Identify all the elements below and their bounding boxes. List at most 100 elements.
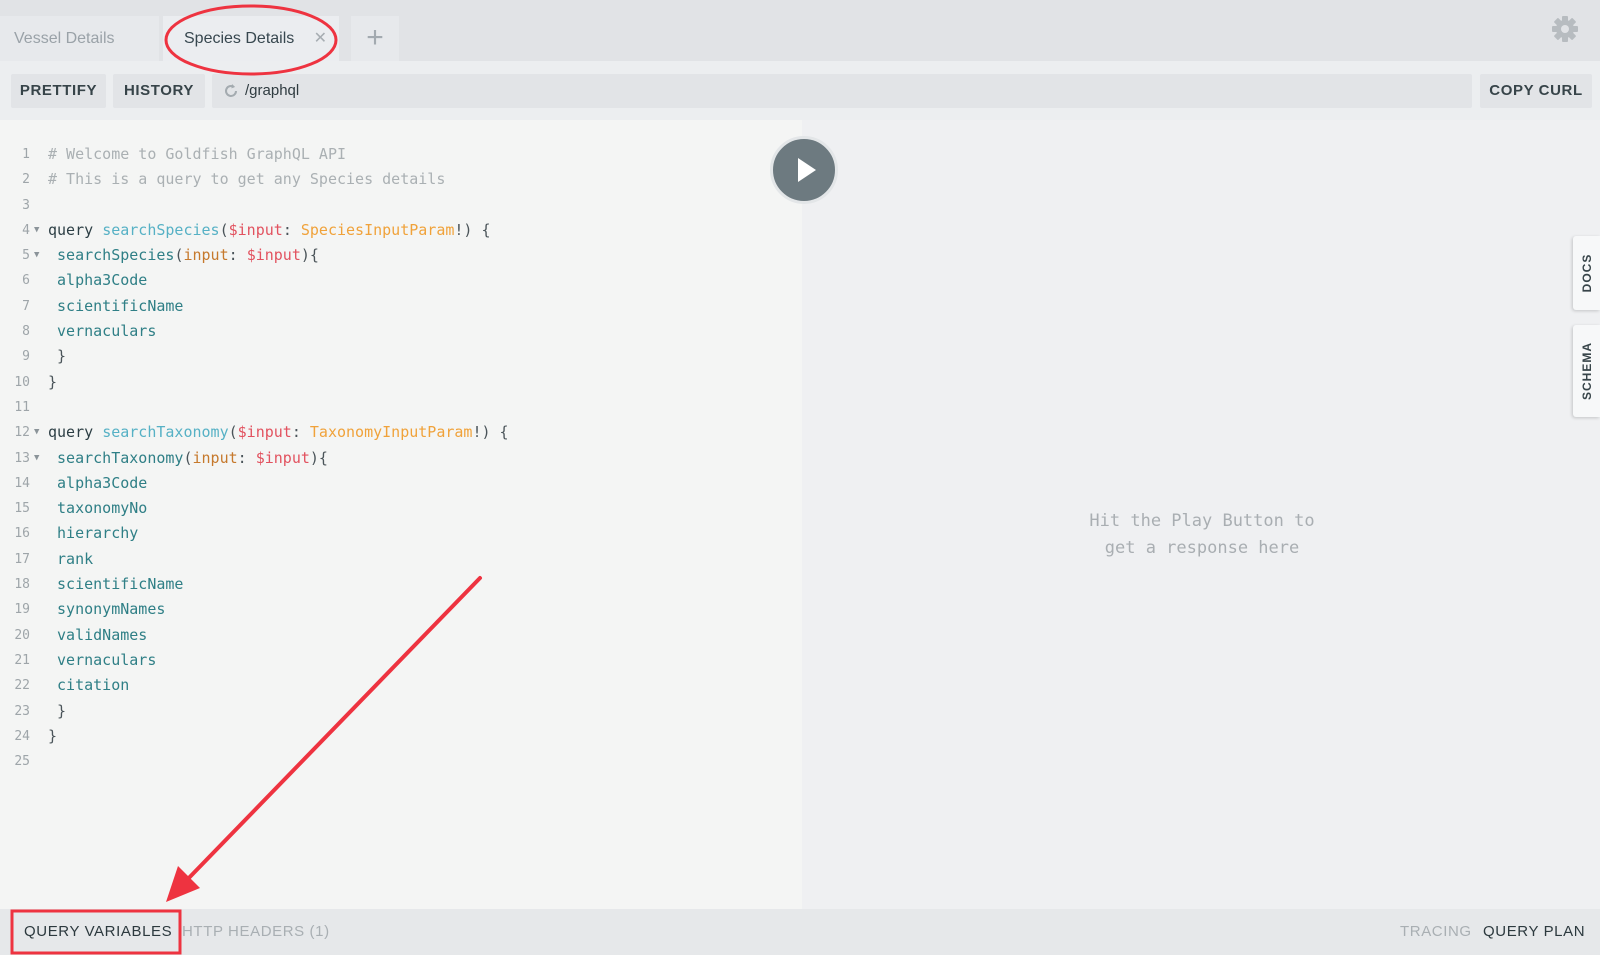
tab-bar: Vessel Details Species Details ✕ + xyxy=(0,0,1600,61)
docs-tab-label: DOCS xyxy=(1579,253,1594,293)
tab-label: Species Details xyxy=(184,30,295,47)
code-token: citation xyxy=(48,676,130,695)
code-token: # Welcome to Goldfish GraphQL API xyxy=(48,145,347,163)
code-token: alpha3Code xyxy=(48,271,148,290)
code-text: alpha3Code xyxy=(48,268,147,293)
query-plan-tab[interactable]: QUERY PLAN xyxy=(1483,923,1585,940)
code-text: rank xyxy=(48,547,93,572)
line-number: 8 xyxy=(22,324,30,340)
prettify-button[interactable]: PRETTIFY xyxy=(11,74,106,108)
code-token: TaxonomyInputParam xyxy=(309,423,473,442)
code-token: ){ xyxy=(300,246,319,265)
line-number: 20 xyxy=(14,627,30,643)
gear-icon[interactable] xyxy=(1550,14,1580,44)
code-text: alpha3Code xyxy=(48,471,147,496)
code-token: rank xyxy=(48,549,94,568)
tab-species-details[interactable]: Species Details ✕ xyxy=(163,16,339,61)
line-number: 24 xyxy=(14,728,30,744)
code-token: scientificName xyxy=(48,575,184,594)
plus-icon: + xyxy=(366,21,384,54)
code-text: citation xyxy=(48,673,129,698)
add-tab-button[interactable]: + xyxy=(351,16,399,61)
line-number: 16 xyxy=(14,526,30,542)
line-number: 23 xyxy=(14,703,30,719)
code-token: synonymNames xyxy=(48,600,166,619)
endpoint-url: /graphql xyxy=(245,82,300,99)
execute-query-button[interactable] xyxy=(770,136,838,204)
code-text: validNames xyxy=(48,623,147,648)
code-text: scientificName xyxy=(48,294,183,319)
query-variables-tab[interactable]: QUERY VARIABLES xyxy=(24,923,172,940)
code-token: scientificName xyxy=(48,296,184,315)
code-text: } xyxy=(48,370,57,395)
code-token: : xyxy=(228,246,247,265)
tracing-tab[interactable]: TRACING xyxy=(1400,923,1472,940)
fold-arrow-icon[interactable]: ▼ xyxy=(34,243,39,268)
line-number: 5 xyxy=(22,248,30,264)
line-number: 11 xyxy=(14,399,30,415)
endpoint-url-input[interactable]: /graphql xyxy=(212,74,1472,108)
tab-vessel-details[interactable]: Vessel Details xyxy=(0,16,159,61)
code-token: searchSpecies xyxy=(48,246,175,265)
close-icon[interactable]: ✕ xyxy=(314,16,327,61)
line-number: 7 xyxy=(22,298,30,314)
code-token: ( xyxy=(219,220,229,239)
code-token: input xyxy=(183,246,229,265)
history-button[interactable]: HISTORY xyxy=(113,74,205,108)
code-text: taxonomyNo xyxy=(48,496,147,521)
code-token: } xyxy=(48,701,67,720)
code-token: : xyxy=(291,423,310,442)
http-headers-tab[interactable]: HTTP HEADERS (1) xyxy=(182,923,330,940)
code-token: $input xyxy=(246,246,301,265)
code-token: ( xyxy=(228,423,238,442)
fold-arrow-icon[interactable]: ▼ xyxy=(34,420,39,445)
code-token: vernaculars xyxy=(48,650,157,669)
code-token: : xyxy=(282,220,301,239)
line-number: 22 xyxy=(14,678,30,694)
line-number: 15 xyxy=(14,501,30,517)
code-text: hierarchy xyxy=(48,521,138,546)
code-text: } xyxy=(48,699,66,724)
line-number: 25 xyxy=(14,754,30,770)
line-number: 14 xyxy=(14,475,30,491)
code-token: } xyxy=(48,347,67,366)
tab-label: Vessel Details xyxy=(14,30,115,47)
result-hint-line: Hit the Play Button to xyxy=(1089,511,1315,531)
line-number: 3 xyxy=(22,197,30,213)
code-token: vernaculars xyxy=(48,322,157,341)
line-number: 21 xyxy=(14,652,30,668)
code-text: scientificName xyxy=(48,572,183,597)
line-number: 12 xyxy=(14,425,30,441)
fold-arrow-icon[interactable]: ▼ xyxy=(34,218,39,243)
code-text: searchSpecies(input: $input){ xyxy=(48,243,319,268)
line-number: 6 xyxy=(22,273,30,289)
code-text: } xyxy=(48,724,57,749)
schema-tab-label: SCHEMA xyxy=(1579,341,1594,401)
code-token: SpeciesInputParam xyxy=(300,220,455,239)
code-text: query searchTaxonomy($input: TaxonomyInp… xyxy=(48,420,509,445)
play-icon xyxy=(798,158,816,182)
schema-tab[interactable]: SCHEMA xyxy=(1573,325,1600,417)
code-text: # This is a query to get any Species det… xyxy=(48,167,445,192)
code-token: !) { xyxy=(454,220,491,239)
reload-icon[interactable] xyxy=(222,82,240,100)
code-text: } xyxy=(48,344,66,369)
code-token: } xyxy=(48,372,58,391)
code-token: taxonomyNo xyxy=(48,499,148,518)
code-text: vernaculars xyxy=(48,319,156,344)
code-text: query searchSpecies($input: SpeciesInput… xyxy=(48,218,491,243)
code-token: } xyxy=(48,726,58,745)
code-token: query xyxy=(48,220,103,239)
toolbar: PRETTIFY HISTORY /graphql COPY CURL xyxy=(0,61,1600,120)
copy-curl-button[interactable]: COPY CURL xyxy=(1480,74,1592,108)
code-text: searchTaxonomy(input: $input){ xyxy=(48,446,328,471)
line-number: 4 xyxy=(22,222,30,238)
code-token: ( xyxy=(183,448,193,467)
query-editor[interactable]: 1 # Welcome to Goldfish GraphQL API 2 # Thi… xyxy=(0,120,802,909)
code-token: searchTaxonomy xyxy=(48,448,184,467)
code-text: vernaculars xyxy=(48,648,156,673)
code-token: $input xyxy=(228,220,283,239)
fold-arrow-icon[interactable]: ▼ xyxy=(34,446,39,471)
code-token: ){ xyxy=(309,448,328,467)
docs-tab[interactable]: DOCS xyxy=(1573,236,1600,310)
